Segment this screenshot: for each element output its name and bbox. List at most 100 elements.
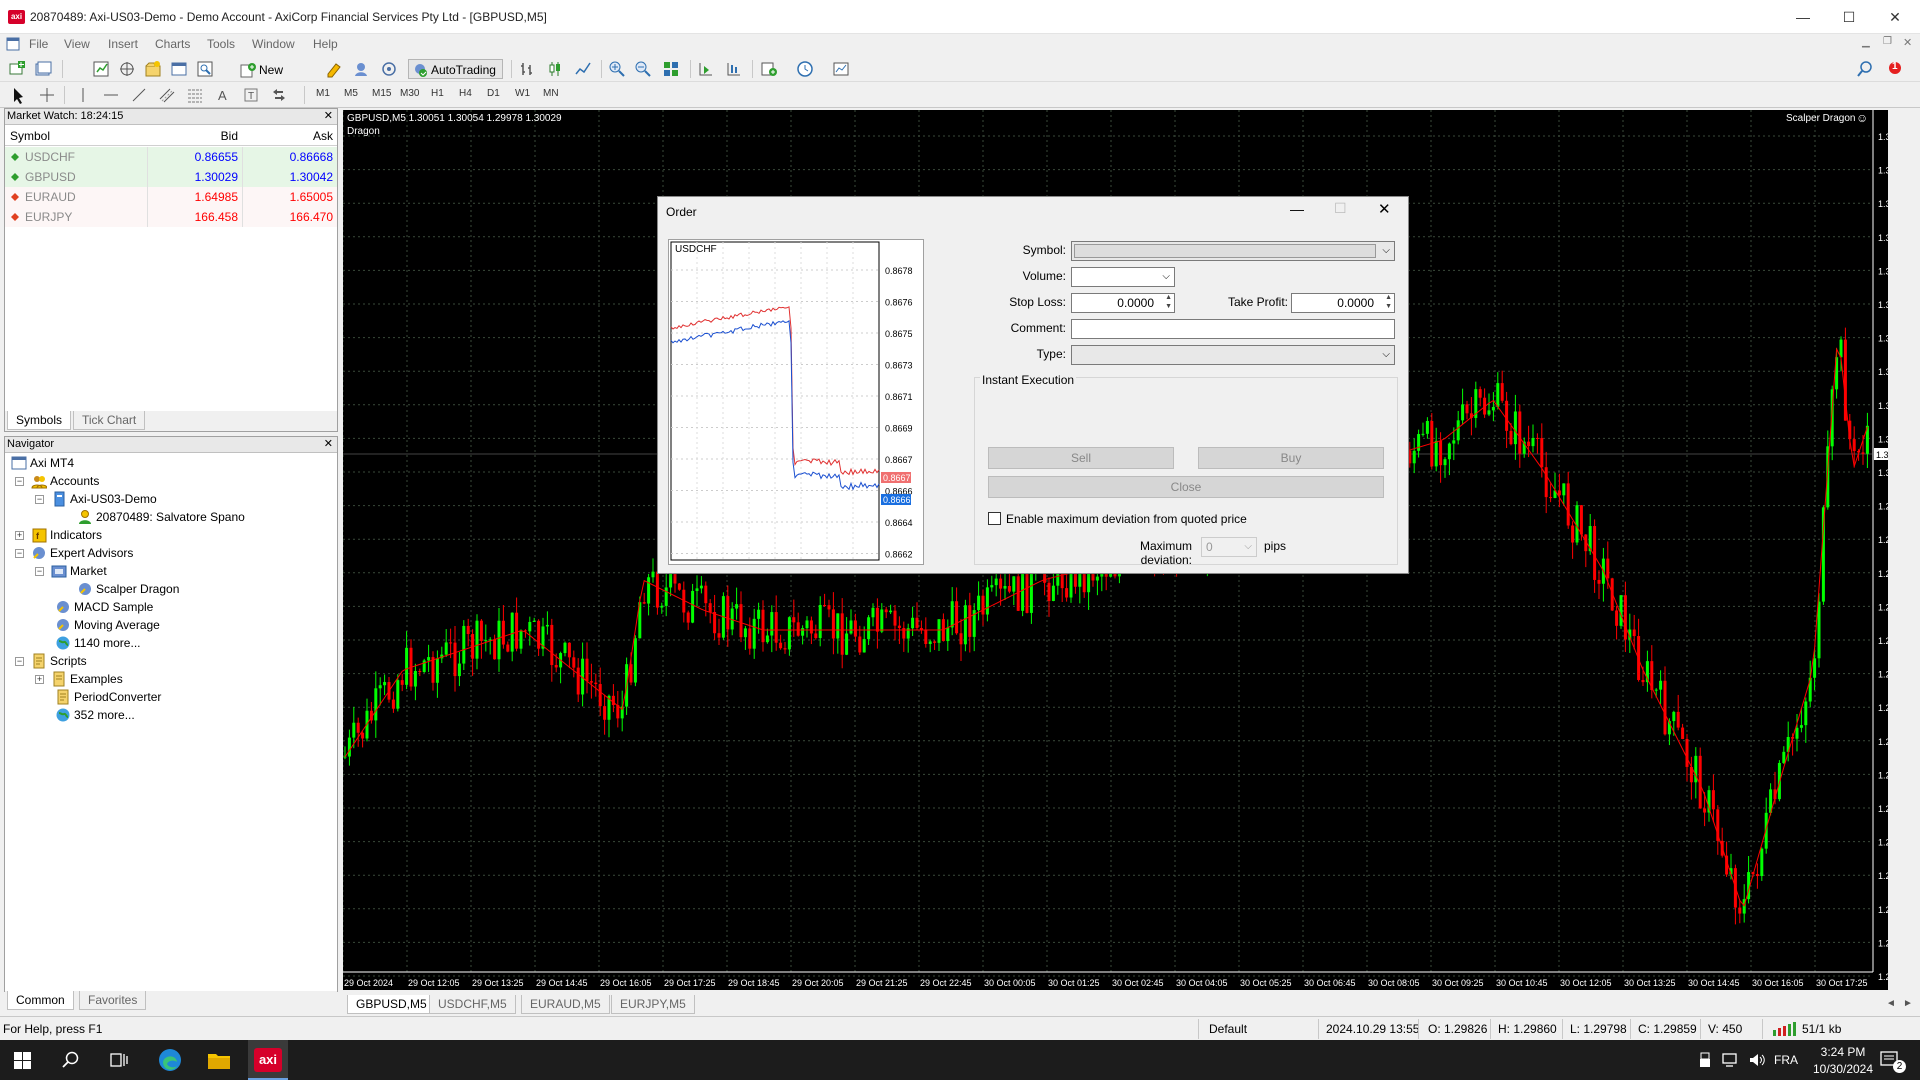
- horizontal-line-icon[interactable]: [102, 86, 122, 104]
- bar-chart-icon[interactable]: [518, 60, 538, 78]
- spinner-icon[interactable]: ▲ ▼: [1385, 293, 1392, 311]
- scroll-left-icon[interactable]: ◄: [1886, 998, 1896, 1009]
- tab-euraud-m5[interactable]: EURAUD,M5: [521, 995, 610, 1014]
- menu-insert[interactable]: Insert: [108, 37, 138, 51]
- search-icon[interactable]: [1856, 60, 1876, 78]
- windows-start-icon[interactable]: [14, 1052, 31, 1069]
- metaeditor-icon[interactable]: [325, 60, 345, 78]
- timeframe-h1[interactable]: H1: [431, 88, 444, 99]
- collapse-icon[interactable]: −: [15, 549, 24, 558]
- timeframe-w1[interactable]: W1: [515, 88, 530, 99]
- close-icon[interactable]: ✕: [1378, 200, 1391, 218]
- close-icon[interactable]: ✕: [324, 437, 333, 452]
- text-label-icon[interactable]: T: [242, 86, 262, 104]
- arrows-icon[interactable]: [270, 86, 290, 104]
- volume-icon[interactable]: [1748, 1052, 1766, 1068]
- stop-loss-input[interactable]: 0.0000 ▲ ▼: [1071, 293, 1175, 313]
- minimize-icon[interactable]: —: [1780, 0, 1826, 34]
- spinner-icon[interactable]: ▲ ▼: [1165, 293, 1172, 311]
- network-icon[interactable]: [1722, 1052, 1740, 1068]
- autoscroll-icon[interactable]: [724, 60, 744, 78]
- text-icon[interactable]: A: [214, 86, 234, 104]
- mdi-minimize-icon[interactable]: ▁: [1862, 37, 1870, 48]
- deviation-checkbox[interactable]: [988, 512, 1001, 525]
- timeframe-m15[interactable]: M15: [372, 88, 391, 99]
- expand-icon[interactable]: +: [35, 675, 44, 684]
- templates-icon[interactable]: [832, 60, 852, 78]
- buy-button[interactable]: Buy: [1198, 447, 1384, 469]
- vps-icon[interactable]: [380, 60, 400, 78]
- timeframe-d1[interactable]: D1: [487, 88, 500, 99]
- vertical-line-icon[interactable]: [74, 86, 94, 104]
- connection-bars-icon[interactable]: [1772, 1022, 1798, 1036]
- minimize-icon[interactable]: —: [1290, 201, 1304, 217]
- close-button[interactable]: Close: [988, 476, 1384, 498]
- collapse-icon[interactable]: −: [35, 567, 44, 576]
- symbol-select[interactable]: ⌵: [1071, 241, 1395, 261]
- collapse-icon[interactable]: −: [35, 495, 44, 504]
- column-ask[interactable]: Ask: [242, 129, 337, 143]
- sell-button[interactable]: Sell: [988, 447, 1174, 469]
- crosshair-icon[interactable]: [38, 86, 58, 104]
- market-watch-row[interactable]: EURAUD 1.64985 1.65005: [5, 187, 337, 207]
- clock-date[interactable]: 10/30/2024: [1808, 1062, 1878, 1076]
- tab-favorites[interactable]: Favorites: [79, 991, 147, 1010]
- clock-time[interactable]: 3:24 PM: [1812, 1045, 1874, 1059]
- file-explorer-icon[interactable]: [207, 1050, 231, 1070]
- close-icon[interactable]: ✕: [1872, 0, 1918, 34]
- equidistant-channel-icon[interactable]: [158, 86, 178, 104]
- tab-symbols[interactable]: Symbols: [7, 411, 72, 430]
- menu-view[interactable]: View: [64, 37, 90, 51]
- market-watch-row[interactable]: USDCHF 0.86655 0.86668: [5, 147, 337, 167]
- axi-taskbar-button[interactable]: axi: [248, 1040, 288, 1080]
- mdi-restore-icon[interactable]: ❐: [1883, 36, 1892, 47]
- candlestick-icon[interactable]: [546, 60, 566, 78]
- strategy-tester-icon[interactable]: [196, 60, 216, 78]
- timeframe-m5[interactable]: M5: [344, 88, 358, 99]
- max-deviation-input[interactable]: 0 ⌵: [1201, 537, 1257, 557]
- timeframe-m30[interactable]: M30: [400, 88, 419, 99]
- close-icon[interactable]: ✕: [324, 109, 333, 124]
- zoom-in-icon[interactable]: [608, 60, 628, 78]
- comment-input[interactable]: [1071, 319, 1395, 339]
- zoom-out-icon[interactable]: [634, 60, 654, 78]
- take-profit-input[interactable]: 0.0000 ▲ ▼: [1291, 293, 1395, 313]
- volume-select[interactable]: ⌵: [1071, 267, 1175, 287]
- indicators-list-icon[interactable]: [760, 60, 780, 78]
- menu-tools[interactable]: Tools: [207, 37, 235, 51]
- tab-eurjpy-m5[interactable]: EURJPY,M5: [611, 995, 695, 1014]
- tab-gbpusd-m5[interactable]: GBPUSD,M5: [347, 995, 436, 1014]
- market-watch-icon[interactable]: [92, 60, 112, 78]
- scroll-right-icon[interactable]: ►: [1903, 998, 1913, 1009]
- collapse-icon[interactable]: −: [15, 657, 24, 666]
- periods-icon[interactable]: [796, 60, 816, 78]
- expand-icon[interactable]: +: [15, 531, 24, 540]
- autotrading-button[interactable]: AutoTrading: [408, 59, 503, 79]
- edge-icon[interactable]: [158, 1048, 182, 1072]
- timeframe-mn[interactable]: MN: [543, 88, 559, 99]
- timeframe-m1[interactable]: M1: [316, 88, 330, 99]
- market-watch-row[interactable]: EURJPY 166.458 166.470: [5, 207, 337, 227]
- collapse-icon[interactable]: −: [15, 477, 24, 486]
- new-order-button[interactable]: New Order: [236, 59, 318, 97]
- data-window-icon[interactable]: [118, 60, 138, 78]
- menu-charts[interactable]: Charts: [155, 37, 190, 51]
- tab-common[interactable]: Common: [7, 991, 74, 1010]
- navigator-icon[interactable]: [144, 60, 164, 78]
- type-select[interactable]: ⌵: [1071, 345, 1395, 365]
- chart-shift-icon[interactable]: [696, 60, 716, 78]
- terminal-icon[interactable]: [170, 60, 190, 78]
- line-chart-icon[interactable]: [574, 60, 594, 78]
- menu-file[interactable]: File: [29, 37, 48, 51]
- market-watch-row[interactable]: GBPUSD 1.30029 1.30042: [5, 167, 337, 187]
- cursor-icon[interactable]: [10, 86, 30, 104]
- maximize-icon[interactable]: ☐: [1826, 0, 1872, 34]
- signals-icon[interactable]: [352, 60, 372, 78]
- tile-windows-icon[interactable]: [662, 60, 682, 78]
- profiles-icon[interactable]: [34, 60, 54, 78]
- language-indicator[interactable]: FRA: [1774, 1053, 1798, 1067]
- search-icon[interactable]: [62, 1051, 80, 1069]
- fibonacci-icon[interactable]: [186, 86, 206, 104]
- mdi-close-icon[interactable]: ✕: [1903, 36, 1912, 49]
- tab-tick-chart[interactable]: Tick Chart: [73, 411, 146, 430]
